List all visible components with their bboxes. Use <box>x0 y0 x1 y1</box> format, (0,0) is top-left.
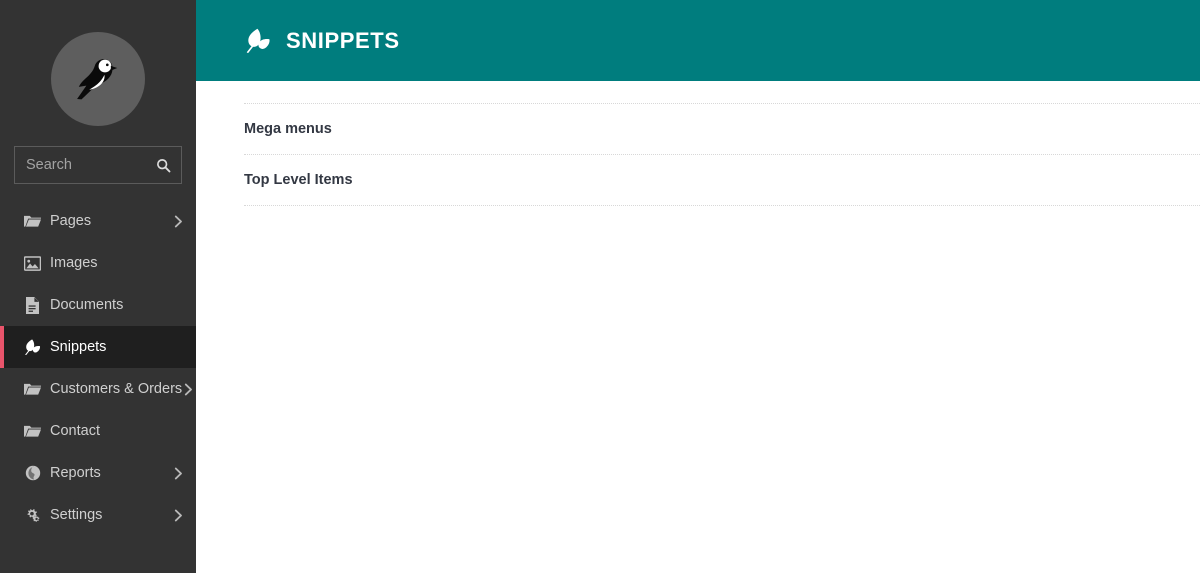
globe-icon <box>24 465 41 482</box>
snippets-list: Mega menus Top Level Items <box>244 103 1200 206</box>
page-header: SNIPPETS <box>196 0 1200 81</box>
logo-circle <box>51 32 145 126</box>
folder-open-icon <box>24 213 41 230</box>
sidebar-item-customers-and-orders[interactable]: Customers & Orders <box>0 368 196 410</box>
app-root: Pages Images <box>0 0 1200 573</box>
sidebar-item-label: Reports <box>50 465 101 481</box>
sidebar-logo[interactable] <box>0 0 196 158</box>
content-area: Mega menus Top Level Items <box>196 81 1200 573</box>
sidebar-item-label: Contact <box>50 423 100 439</box>
sidebar-item-label: Pages <box>50 213 92 229</box>
search-input[interactable] <box>15 147 196 183</box>
document-icon <box>24 296 41 314</box>
sidebar-nav: Pages Images Documents Snippets Customer… <box>0 200 196 536</box>
sidebar-item-label: Snippets <box>50 339 107 355</box>
sidebar-item-pages[interactable]: Pages <box>0 200 196 242</box>
chevron-right-icon <box>172 215 184 227</box>
snippet-leaf-icon <box>24 339 41 356</box>
sidebar-item-label: Images <box>50 255 98 271</box>
search-box[interactable] <box>14 146 196 184</box>
list-item[interactable]: Mega menus <box>244 104 1200 155</box>
page-title: SNIPPETS <box>286 27 400 53</box>
sidebar-item-settings[interactable]: Settings <box>0 494 196 536</box>
sidebar-item-label: Settings <box>50 507 103 523</box>
sidebar-item-label: Customers & Orders <box>50 381 183 397</box>
sidebar-item-label: Documents <box>50 297 124 313</box>
snippet-link[interactable]: Top Level Items <box>244 172 353 188</box>
search-container <box>0 146 196 184</box>
sidebar-item-snippets[interactable]: Snippets <box>0 326 196 368</box>
folder-open-icon <box>24 381 41 398</box>
sidebar-item-reports[interactable]: Reports <box>0 452 196 494</box>
sidebar-item-documents[interactable]: Documents <box>0 284 196 326</box>
chevron-right-icon <box>172 467 184 479</box>
image-icon <box>24 255 41 272</box>
wagtail-bird-logo-icon <box>77 59 118 100</box>
snippet-link[interactable]: Mega menus <box>244 121 332 137</box>
sidebar-item-contact[interactable]: Contact <box>0 410 196 452</box>
snippet-leaf-icon <box>244 27 271 54</box>
list-item[interactable]: Top Level Items <box>244 155 1200 206</box>
sidebar-item-images[interactable]: Images <box>0 242 196 284</box>
gears-icon <box>24 507 41 524</box>
chevron-right-icon <box>182 383 194 395</box>
folder-open-icon <box>24 423 41 440</box>
chevron-right-icon <box>172 509 184 521</box>
sidebar: Pages Images <box>0 0 196 573</box>
main-area: SNIPPETS Mega menus Top Level Items <box>196 0 1200 573</box>
